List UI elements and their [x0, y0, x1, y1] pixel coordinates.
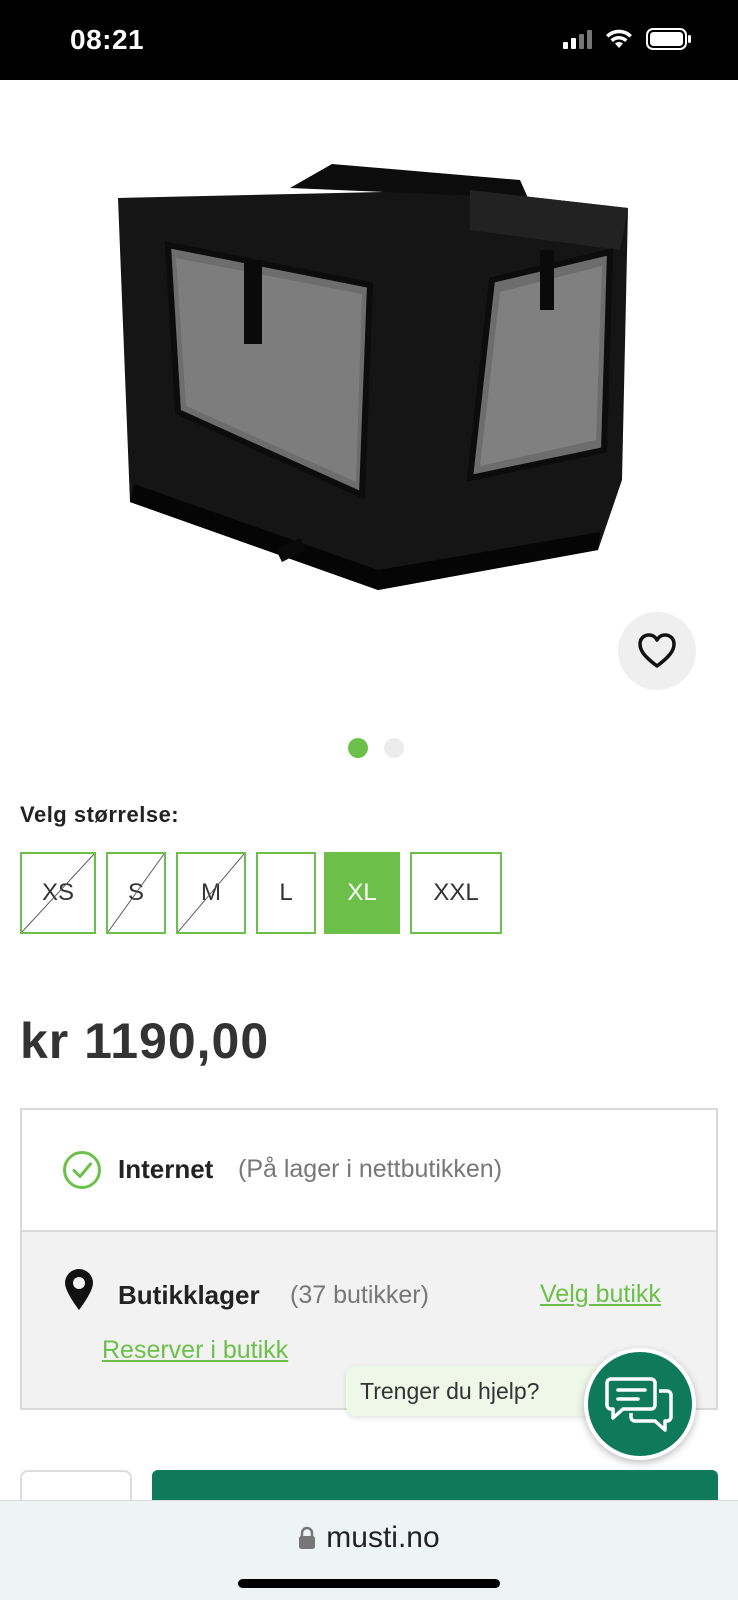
lock-icon — [299, 1526, 316, 1549]
reserve-in-store-link[interactable]: Reserver i butikk — [102, 1336, 288, 1365]
home-indicator — [238, 1579, 500, 1588]
chat-bubbles-icon — [605, 1377, 673, 1432]
size-label: Velg størrelse: — [20, 802, 180, 827]
choose-store-link[interactable]: Velg butikk — [540, 1280, 661, 1309]
heart-icon — [638, 633, 676, 668]
internet-title: Internet — [118, 1154, 214, 1184]
store-title: Butikklager — [118, 1280, 260, 1310]
status-icons — [563, 28, 692, 50]
favorite-button[interactable] — [618, 612, 696, 690]
carousel-dot-2[interactable] — [384, 738, 404, 758]
check-circle-icon — [63, 1151, 101, 1189]
location-pin-icon — [65, 1269, 93, 1310]
chat-button[interactable] — [584, 1348, 696, 1460]
size-option-m[interactable]: M — [176, 852, 246, 934]
internet-availability: Internet (På lager i nettbutikken) — [22, 1110, 716, 1232]
product-price: kr 1190,00 — [20, 1013, 270, 1069]
size-option-xxl[interactable]: XXL — [410, 852, 502, 934]
carousel-dot-1[interactable] — [348, 738, 368, 758]
pet-carrier-image — [118, 164, 628, 590]
status-bar: 08:21 — [0, 0, 738, 80]
wifi-icon — [606, 29, 632, 48]
size-option-xs[interactable]: XS — [20, 852, 96, 934]
size-option-s[interactable]: S — [106, 852, 166, 934]
url-text: musti.no — [326, 1521, 440, 1554]
product-image[interactable] — [0, 80, 738, 700]
size-option-xl[interactable]: XL — [324, 852, 400, 934]
carousel-dots — [0, 738, 738, 758]
status-time: 08:21 — [70, 24, 145, 55]
size-option-l[interactable]: L — [256, 852, 316, 934]
help-bubble-text: Trenger du hjelp? — [360, 1377, 540, 1404]
url-display[interactable]: musti.no — [0, 1521, 738, 1555]
browser-url-bar[interactable]: musti.no — [0, 1500, 738, 1600]
store-count: (37 butikker) — [290, 1281, 429, 1309]
help-bubble[interactable]: Trenger du hjelp? — [346, 1366, 616, 1416]
signal-icon — [563, 29, 592, 49]
internet-stock-note: (På lager i nettbutikken) — [238, 1155, 503, 1183]
battery-icon — [646, 28, 691, 50]
